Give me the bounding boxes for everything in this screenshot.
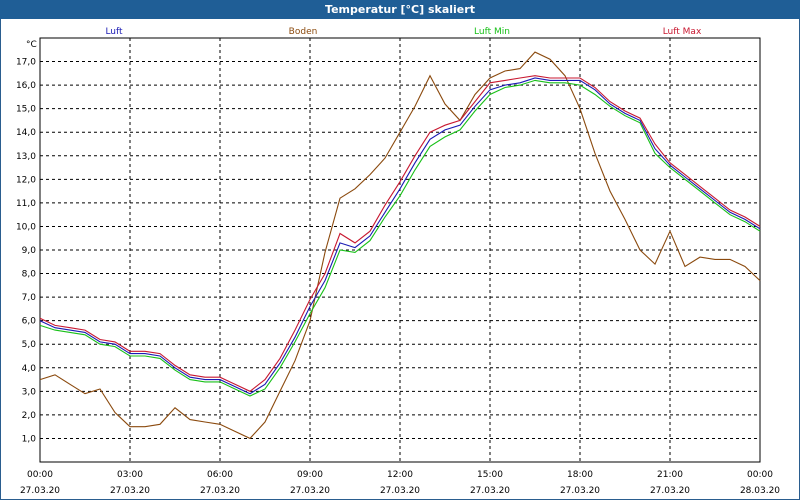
x-tick-date: 27.03.20 [470,486,510,496]
legend-entry-luft-min: Luft Min [474,27,510,37]
x-tick-time: 00:00 [27,470,53,480]
temperature-chart: 1,0 2,0 3,0 4,0 5,0 6,0 7,0 8,0 9,0 10,0 11,0 12,0 1… [16,27,780,496]
legend-entry-luft: Luft [105,27,123,37]
y-axis-unit: °C [26,40,37,50]
x-tick-time: 21:00 [657,470,683,480]
y-tick-label: 14,0 [16,128,36,138]
x-tick-time: 03:00 [117,470,143,480]
y-tick-label: 6,0 [22,317,37,327]
y-tick-label: 17,0 [16,58,36,68]
y-tick-label: 10,0 [16,222,36,232]
x-tick-date: 27.03.20 [110,486,150,496]
legend-entry-boden: Boden [289,27,318,37]
y-tick-labels: 1,0 2,0 3,0 4,0 5,0 6,0 7,0 8,0 9,0 10,0 11,0 12,0 1… [16,58,36,445]
x-tick-time: 12:00 [387,470,413,480]
y-tick-label: 12,0 [16,175,36,185]
x-tick-date: 27.03.20 [20,486,60,496]
y-tick-label: 1,0 [22,434,37,444]
y-tick-label: 4,0 [22,364,37,374]
x-tick-date: 27.03.20 [290,486,330,496]
grid [40,38,760,462]
x-tick-date: 27.03.20 [200,486,240,496]
x-tick-time: 06:00 [207,470,233,480]
y-tick-label: 2,0 [22,411,37,421]
x-tick-date: 27.03.20 [380,486,420,496]
legend-entry-luft-max: Luft Max [663,27,702,37]
y-tick-label: 8,0 [22,270,37,280]
x-tick-time: 18:00 [567,470,593,480]
x-tick-labels: 00:00 27.03.20 03:00 27.03.20 06:00 27.03.20 0… [20,470,780,496]
x-tick-date: 27.03.20 [650,486,690,496]
y-tick-label: 3,0 [22,387,37,397]
y-tick-label: 5,0 [22,340,37,350]
y-tick-label: 13,0 [16,152,36,162]
x-tick-time: 00:00 [747,470,773,480]
y-tick-label: 16,0 [16,81,36,91]
y-tick-label: 7,0 [22,293,37,303]
x-tick-time: 15:00 [477,470,503,480]
y-tick-label: 9,0 [22,246,37,256]
x-tick-date: 28.03.20 [740,486,780,496]
y-tick-label: 15,0 [16,105,36,115]
x-tick-date: 27.03.20 [560,486,600,496]
legend: Luft Boden Luft Min Luft Max [105,27,702,37]
y-tick-label: 11,0 [16,199,36,209]
x-tick-time: 09:00 [297,470,323,480]
